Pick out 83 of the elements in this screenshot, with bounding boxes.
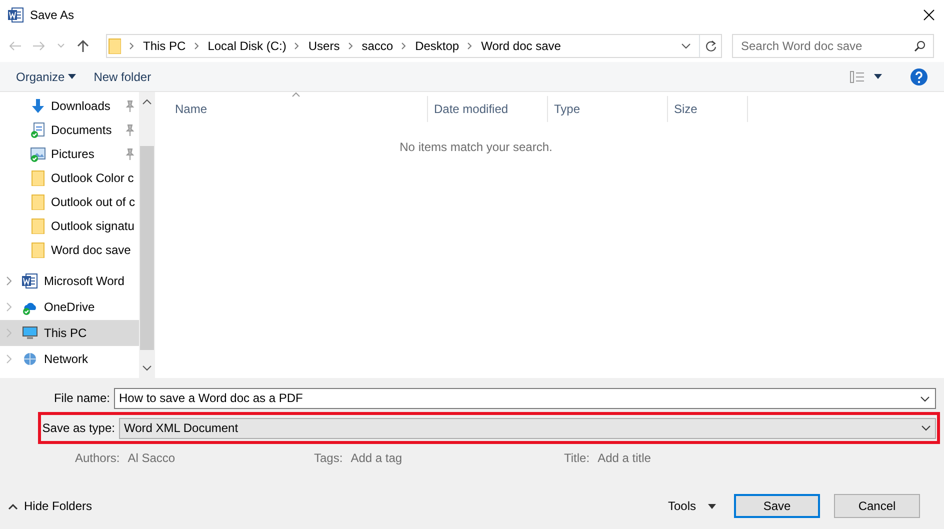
- breadcrumb-item[interactable]: Local Disk (C:): [208, 37, 286, 55]
- metadata-label: Authors:: [75, 450, 120, 467]
- organize-button[interactable]: Organize: [16, 68, 76, 86]
- view-icon[interactable]: [850, 70, 864, 82]
- refresh-icon[interactable]: [704, 40, 716, 52]
- chevron-right-icon: [6, 354, 12, 364]
- breadcrumb-item[interactable]: sacco: [362, 37, 394, 55]
- chevron-down-icon[interactable]: [920, 396, 930, 402]
- breadcrumb-item[interactable]: This PC: [143, 37, 186, 55]
- metadata-label: Tags:: [314, 450, 343, 467]
- chevron-right-icon: [6, 276, 12, 286]
- word-icon: [8, 7, 24, 23]
- field-label: File name:: [52, 390, 111, 407]
- folder-icon: [30, 218, 46, 234]
- sidebar-item[interactable]: This PC: [0, 320, 139, 346]
- folder-icon: [30, 194, 46, 210]
- sidebar-item[interactable]: Word doc save: [0, 238, 139, 262]
- sidebar-item[interactable]: Microsoft Word: [0, 268, 139, 294]
- metadata-label: Title:: [564, 450, 590, 467]
- chevron-right-icon: [467, 42, 474, 50]
- chevron-up-icon: [142, 98, 152, 106]
- column-header[interactable]: Size: [668, 96, 748, 122]
- monitor-icon: [22, 325, 38, 341]
- sidebar-item[interactable]: Documents: [0, 118, 139, 142]
- chevron-down-icon[interactable]: [681, 42, 691, 50]
- column-header[interactable]: Date modified: [428, 96, 548, 122]
- search-icon: [914, 40, 926, 52]
- metadata-link[interactable]: Al Sacco: [128, 449, 176, 467]
- up-arrow-icon[interactable]: [76, 39, 90, 53]
- breadcrumb-item[interactable]: Desktop: [415, 37, 460, 55]
- pin-icon: [125, 148, 135, 160]
- close-icon: [922, 8, 936, 22]
- chevron-right-icon: [194, 42, 200, 50]
- folder-icon: [107, 38, 121, 54]
- chevron-right-icon: [6, 328, 12, 338]
- caret-down-icon: [68, 74, 76, 79]
- file-name-field[interactable]: How to save a Word doc as a PDF: [114, 388, 936, 408]
- window-title: Save As: [30, 7, 74, 24]
- address-bar[interactable]: This PC Local Disk (C:) Users sacco Desktop Word doc save: [106, 34, 722, 58]
- arrow-down-icon: [30, 98, 46, 114]
- search-field[interactable]: Search Word doc save: [732, 34, 934, 58]
- caret-down-icon: [708, 504, 716, 508]
- scrollbar[interactable]: [139, 92, 155, 378]
- pin-icon: [125, 100, 135, 112]
- breadcrumb-item[interactable]: Users: [308, 37, 340, 55]
- breadcrumb-item[interactable]: Word doc save: [481, 37, 561, 55]
- hide-folders-button[interactable]: Hide Folders: [8, 497, 92, 515]
- folder-icon: [30, 242, 46, 258]
- chevron-down-icon: [142, 364, 152, 372]
- chevron-right-icon: [348, 42, 354, 50]
- chevron-right-icon: [6, 302, 12, 312]
- pin-icon: [125, 124, 135, 136]
- metadata-link[interactable]: Add a tag: [350, 449, 402, 467]
- field-label: Save as type:: [42, 420, 116, 437]
- column-header[interactable]: Name: [158, 96, 428, 122]
- empty-message: No items match your search.: [398, 139, 554, 156]
- help-icon[interactable]: [910, 68, 928, 86]
- chevron-down-icon: [921, 425, 931, 431]
- caret-down-icon[interactable]: [874, 74, 882, 79]
- dialog-button[interactable]: Save: [734, 494, 820, 518]
- dialog-button[interactable]: Cancel: [834, 494, 920, 518]
- folder-icon: [30, 170, 46, 186]
- globe-icon: [22, 351, 38, 367]
- picture-icon: [30, 146, 46, 162]
- sidebar-item[interactable]: Outlook out of c: [0, 190, 139, 214]
- new-folder-button[interactable]: New folder: [94, 68, 152, 86]
- sidebar-item[interactable]: Downloads: [0, 94, 139, 118]
- sidebar-item[interactable]: Network: [0, 346, 139, 372]
- chevron-right-icon: [129, 42, 135, 50]
- sidebar-item[interactable]: Outlook Color c: [0, 166, 139, 190]
- close-button[interactable]: [922, 8, 936, 22]
- sidebar-item[interactable]: Outlook signatu: [0, 214, 139, 238]
- sidebar-item[interactable]: OneDrive: [0, 294, 139, 320]
- chevron-right-icon: [294, 42, 300, 50]
- metadata-link[interactable]: Add a title: [598, 449, 651, 467]
- word-icon: [22, 273, 38, 289]
- chevron-right-icon: [401, 42, 408, 50]
- document-icon: [30, 122, 46, 138]
- tools-button[interactable]: Tools: [668, 494, 716, 518]
- chevron-up-icon: [8, 502, 18, 510]
- column-header[interactable]: Type: [548, 96, 668, 122]
- save-as-type-dropdown[interactable]: Word XML Document: [119, 418, 936, 438]
- sidebar-item[interactable]: Pictures: [0, 142, 139, 166]
